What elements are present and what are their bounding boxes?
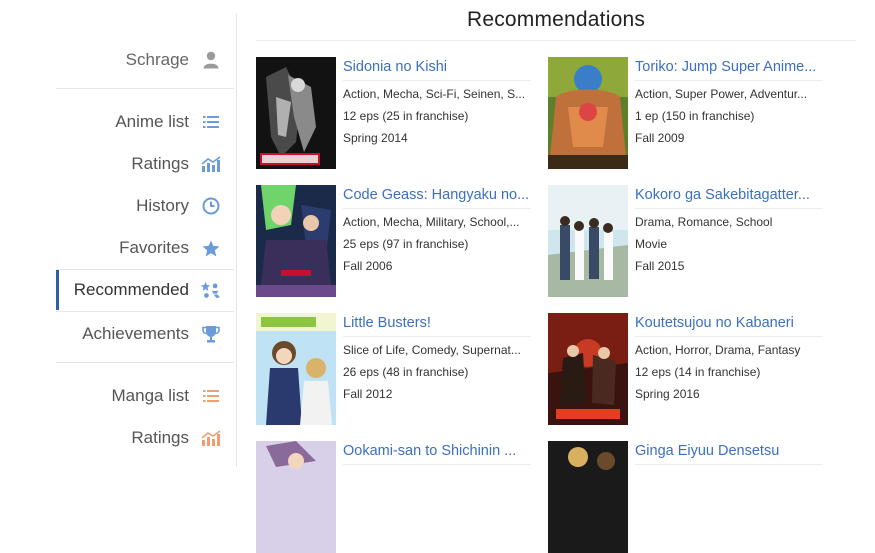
sidebar-item-history[interactable]: History: [56, 186, 234, 226]
history-clock-icon: [201, 196, 221, 216]
anime-title-link[interactable]: Code Geass: Hangyaku no...: [343, 187, 533, 203]
sidebar-item-label: Ratings: [131, 428, 189, 447]
anime-title-link[interactable]: Ginga Eiyuu Densetsu: [635, 443, 825, 459]
genres-text: Action, Horror, Drama, Fantasy: [635, 343, 801, 357]
user-icon: [201, 50, 221, 70]
sidebar-item-favorites[interactable]: Favorites: [56, 228, 234, 268]
episodes-text: 26 eps (48 in franchise): [343, 365, 469, 379]
sidebar-item-label: Achievements: [82, 324, 189, 343]
recommendation-card[interactable]: Kokoro ga Sakebitagatter... Drama, Roman…: [548, 185, 830, 297]
recommendation-card[interactable]: Ookami-san to Shichinin ...: [256, 441, 538, 553]
sidebar-divider: [56, 362, 234, 363]
anime-title-link[interactable]: Kokoro ga Sakebitagatter...: [635, 187, 825, 203]
episodes-text: 12 eps (14 in franchise): [635, 365, 761, 379]
title-divider: [343, 208, 531, 209]
list-icon: [201, 386, 221, 406]
sidebar-item-recommended[interactable]: Recommended: [56, 270, 234, 310]
poster-image[interactable]: [256, 57, 336, 169]
ratings-chart-icon: [201, 154, 221, 174]
recommendation-card[interactable]: Little Busters! Slice of Life, Comedy, S…: [256, 313, 538, 425]
sidebar-item-label: History: [136, 196, 189, 215]
sidebar-item-manga-ratings[interactable]: Ratings: [56, 418, 234, 458]
sidebar-separator: [236, 14, 237, 467]
title-divider: [343, 336, 531, 337]
ratings-chart-icon: [201, 428, 221, 448]
season-text: Spring 2016: [635, 387, 700, 401]
recommendation-card[interactable]: Sidonia no Kishi Action, Mecha, Sci-Fi, …: [256, 57, 538, 169]
episodes-text: 25 eps (97 in franchise): [343, 237, 469, 251]
sidebar-divider: [56, 88, 234, 89]
trophy-icon: [201, 324, 221, 344]
anime-title-link[interactable]: Little Busters!: [343, 315, 533, 331]
anime-title-link[interactable]: Koutetsujou no Kabaneri: [635, 315, 825, 331]
poster-image[interactable]: [548, 185, 628, 297]
title-divider: [343, 464, 531, 465]
season-text: Spring 2014: [343, 131, 408, 145]
sidebar-item-label: Favorites: [119, 238, 189, 257]
season-text: Fall 2015: [635, 259, 685, 273]
sidebar: Schrage Anime list Ratings History Favor…: [56, 0, 237, 467]
sidebar-item-achievements[interactable]: Achievements: [56, 314, 234, 354]
genres-text: Slice of Life, Comedy, Supernat...: [343, 343, 521, 357]
anime-title-link[interactable]: Ookami-san to Shichinin ...: [343, 443, 533, 459]
sidebar-item-label: Schrage: [125, 50, 189, 69]
genres-text: Action, Mecha, Military, School,...: [343, 215, 520, 229]
sidebar-item-label: Manga list: [111, 386, 189, 405]
sidebar-item-manga-list[interactable]: Manga list: [56, 376, 234, 416]
sidebar-item-label: Anime list: [115, 112, 189, 131]
recommendation-card[interactable]: Code Geass: Hangyaku no... Action, Mecha…: [256, 185, 538, 297]
sidebar-item-anime-list[interactable]: Anime list: [56, 102, 234, 142]
poster-image[interactable]: [256, 185, 336, 297]
anime-title-link[interactable]: Sidonia no Kishi: [343, 59, 533, 75]
genres-text: Drama, Romance, School: [635, 215, 773, 229]
title-divider: [343, 80, 531, 81]
sidebar-divider: [56, 311, 234, 312]
sidebar-user[interactable]: Schrage: [56, 40, 234, 80]
title-divider: [635, 464, 823, 465]
anime-title-link[interactable]: Toriko: Jump Super Anime...: [635, 59, 825, 75]
poster-image[interactable]: [548, 441, 628, 553]
episodes-text: 1 ep (150 in franchise): [635, 109, 755, 123]
recommended-icon: [201, 280, 221, 300]
sidebar-item-label: Ratings: [131, 154, 189, 173]
sidebar-item-label: Recommended: [73, 280, 189, 299]
list-icon: [201, 112, 221, 132]
title-divider: [635, 336, 823, 337]
title-divider: [635, 208, 823, 209]
recommendation-card[interactable]: Ginga Eiyuu Densetsu: [548, 441, 830, 553]
title-divider: [635, 80, 823, 81]
recommendation-card[interactable]: Koutetsujou no Kabaneri Action, Horror, …: [548, 313, 830, 425]
title-divider: [256, 40, 856, 41]
poster-image[interactable]: [548, 57, 628, 169]
episodes-text: 12 eps (25 in franchise): [343, 109, 469, 123]
poster-image[interactable]: [548, 313, 628, 425]
season-text: Fall 2006: [343, 259, 393, 273]
poster-image[interactable]: [256, 313, 336, 425]
season-text: Fall 2012: [343, 387, 393, 401]
genres-text: Action, Mecha, Sci-Fi, Seinen, S...: [343, 87, 526, 101]
poster-image[interactable]: [256, 441, 336, 553]
recommendation-card[interactable]: Toriko: Jump Super Anime... Action, Supe…: [548, 57, 830, 169]
sidebar-item-ratings[interactable]: Ratings: [56, 144, 234, 184]
page-title: Recommendations: [466, 8, 646, 31]
season-text: Fall 2009: [635, 131, 685, 145]
episodes-text: Movie: [635, 237, 668, 251]
genres-text: Action, Super Power, Adventur...: [635, 87, 808, 101]
star-icon: [201, 238, 221, 258]
